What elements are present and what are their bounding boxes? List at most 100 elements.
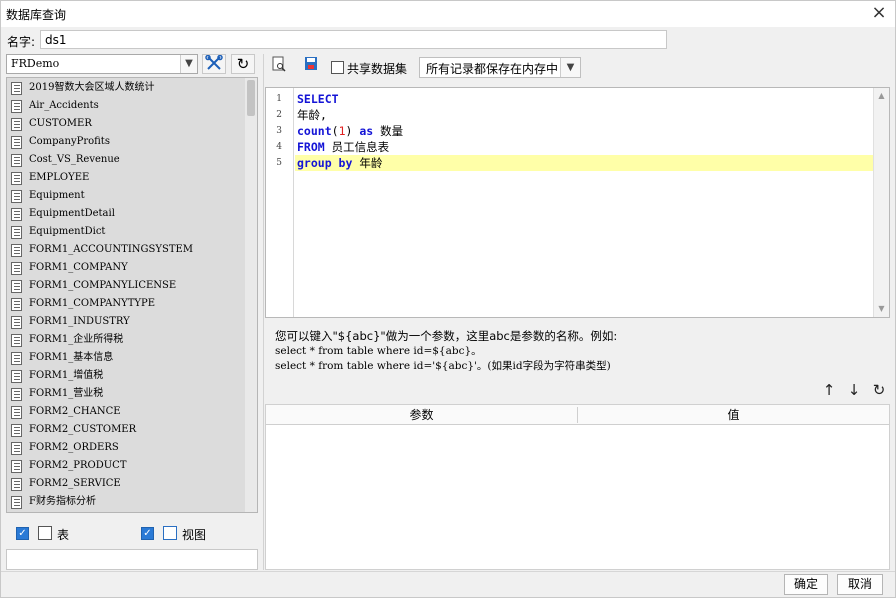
table-icon [11, 226, 22, 239]
table-name: Equipment [29, 190, 85, 201]
line-number: 1 [276, 94, 282, 104]
table-icon [11, 298, 22, 311]
sql-token: as [352, 124, 381, 138]
pane-splitter[interactable] [263, 54, 264, 570]
table-list-item[interactable]: Equipment [7, 187, 245, 205]
footer-divider [1, 571, 895, 572]
shared-dataset-checkbox[interactable] [331, 61, 344, 74]
table-name: FORM1_COMPANYTYPE [29, 298, 156, 309]
sql-line[interactable]: group by 年龄 [295, 155, 873, 171]
table-list-item[interactable]: EquipmentDetail [7, 205, 245, 223]
scroll-up-icon[interactable]: ▲ [874, 89, 889, 103]
table-name: FORM2_CHANCE [29, 406, 121, 417]
table-list-item[interactable]: FORM1_营业税 [7, 385, 245, 403]
chevron-down-icon[interactable]: ▼ [180, 55, 197, 73]
table-name: FORM1_增值税 [29, 370, 104, 381]
table-list-scrollbar[interactable] [245, 78, 257, 512]
shared-dataset-label: 共享数据集 [347, 62, 408, 76]
sql-token: group by [297, 156, 353, 170]
move-down-icon[interactable]: ↓ [844, 379, 864, 401]
scroll-down-icon[interactable]: ▼ [874, 302, 889, 316]
connection-settings-button[interactable] [202, 54, 226, 74]
table-name: CompanyProfits [29, 136, 110, 147]
view-filter-checkbox[interactable]: ✓ [141, 527, 154, 540]
table-name: FORM2_ORDERS [29, 442, 119, 453]
table-list-item[interactable]: Cost_VS_Revenue [7, 151, 245, 169]
table-list-item[interactable]: FORM1_INDUSTRY [7, 313, 245, 331]
view-icon [163, 526, 177, 540]
table-icon [11, 316, 22, 329]
line-number: 2 [276, 110, 282, 120]
table-list-item[interactable]: FORM2_SERVICE [7, 475, 245, 493]
sql-token: 1 [338, 124, 346, 138]
table-list[interactable]: 2019智数大会区域人数统计 Air_Accidents CUSTOMER Compa… [6, 77, 258, 513]
table-name: CUSTOMER [29, 118, 92, 129]
sql-editor[interactable]: 1 2 3 4 5 ▲ ▼ SELECT 年龄, count(1) as 数量 FROM 员工… [265, 87, 890, 318]
table-icon [11, 442, 22, 455]
table-list-item[interactable]: FORM1_ACCOUNTINGSYSTEM [7, 241, 245, 259]
sql-line[interactable]: 年龄, [297, 107, 327, 123]
table-icon [11, 478, 22, 491]
sql-token: 数量 [380, 124, 404, 138]
table-list-item[interactable]: FORM1_增值税 [7, 367, 245, 385]
table-filter-label: 表 [57, 528, 70, 542]
title-bar: 数据库查询 × [1, 1, 895, 27]
sql-token: ( [331, 124, 339, 138]
table-list-item[interactable]: EMPLOYEE [7, 169, 245, 187]
scrollbar-thumb[interactable] [247, 80, 255, 116]
table-list-item[interactable]: EquipmentDict [7, 223, 245, 241]
tools-icon [205, 54, 223, 70]
table-list-item[interactable]: F财务指标分析 [7, 493, 245, 511]
table-list-item[interactable]: Air_Accidents [7, 97, 245, 115]
hint-line-1: 您可以键入"${abc}"做为一个参数，这里abc是参数的名称。例如: [275, 329, 618, 343]
table-list-item[interactable]: FORM2_CHANCE [7, 403, 245, 421]
sql-line[interactable]: count(1) as 数量 [297, 123, 403, 139]
table-list-item[interactable]: FORM1_COMPANYTYPE [7, 295, 245, 313]
save-sql-button[interactable] [301, 56, 321, 78]
table-name: EquipmentDetail [29, 208, 115, 219]
table-name: FORM1_基本信息 [29, 352, 114, 363]
table-icon [11, 82, 22, 95]
sql-line[interactable]: FROM 员工信息表 [297, 139, 389, 155]
storage-mode-select[interactable]: 所有记录都保存在内存中 ▼ [419, 57, 581, 78]
table-list-item[interactable]: FORM1_COMPANY [7, 259, 245, 277]
database-select[interactable]: FRDemo ▼ [6, 54, 198, 74]
move-up-icon[interactable]: ↑ [819, 379, 839, 401]
table-icon [11, 100, 22, 113]
name-row: 名字: [1, 27, 895, 53]
view-filter-label: 视图 [182, 528, 207, 542]
refresh-parameters-icon[interactable]: ↻ [869, 379, 889, 401]
table-icon [11, 244, 22, 257]
table-search-input[interactable] [6, 549, 258, 570]
parameter-tools: ↑ ↓ ↻ [819, 379, 891, 401]
sql-token: SELECT [297, 92, 339, 106]
table-name: F财务指标分析 [29, 496, 96, 507]
line-number: 3 [276, 126, 282, 136]
close-icon[interactable]: × [869, 3, 889, 23]
table-list-item[interactable]: FORM2_PRODUCT [7, 457, 245, 475]
query-dialog: 数据库查询 × 名字: FRDemo ▼ ↻ 2019智数大会区域人数统计 Air… [0, 0, 896, 598]
floppy-icon [305, 57, 317, 70]
table-icon [11, 280, 22, 293]
refresh-tables-button[interactable]: ↻ [231, 54, 255, 74]
preview-button[interactable] [269, 56, 289, 78]
sql-line[interactable]: SELECT [297, 91, 339, 107]
param-column-header: 参数 [409, 408, 434, 422]
table-list-item[interactable]: 2019智数大会区域人数统计 [7, 79, 245, 97]
table-icon [38, 526, 52, 540]
table-list-item[interactable]: FORM1_企业所得税 [7, 331, 245, 349]
parameter-table[interactable]: 参数 值 [265, 404, 890, 570]
table-list-item[interactable]: CompanyProfits [7, 133, 245, 151]
cancel-button[interactable]: 取消 [837, 574, 883, 595]
table-list-item[interactable]: FORM1_基本信息 [7, 349, 245, 367]
name-input[interactable] [40, 30, 667, 49]
ok-button[interactable]: 确定 [784, 574, 828, 595]
table-filter-checkbox[interactable]: ✓ [16, 527, 29, 540]
table-list-item[interactable]: FORM2_CUSTOMER [7, 421, 245, 439]
table-list-item[interactable]: CUSTOMER [7, 115, 245, 133]
table-list-item[interactable]: FORM2_ORDERS [7, 439, 245, 457]
editor-scrollbar[interactable]: ▲ ▼ [873, 88, 889, 317]
filter-row: ✓ 表 ✓ 视图 [6, 520, 258, 544]
chevron-down-icon[interactable]: ▼ [560, 58, 580, 77]
table-list-item[interactable]: FORM1_COMPANYLICENSE [7, 277, 245, 295]
